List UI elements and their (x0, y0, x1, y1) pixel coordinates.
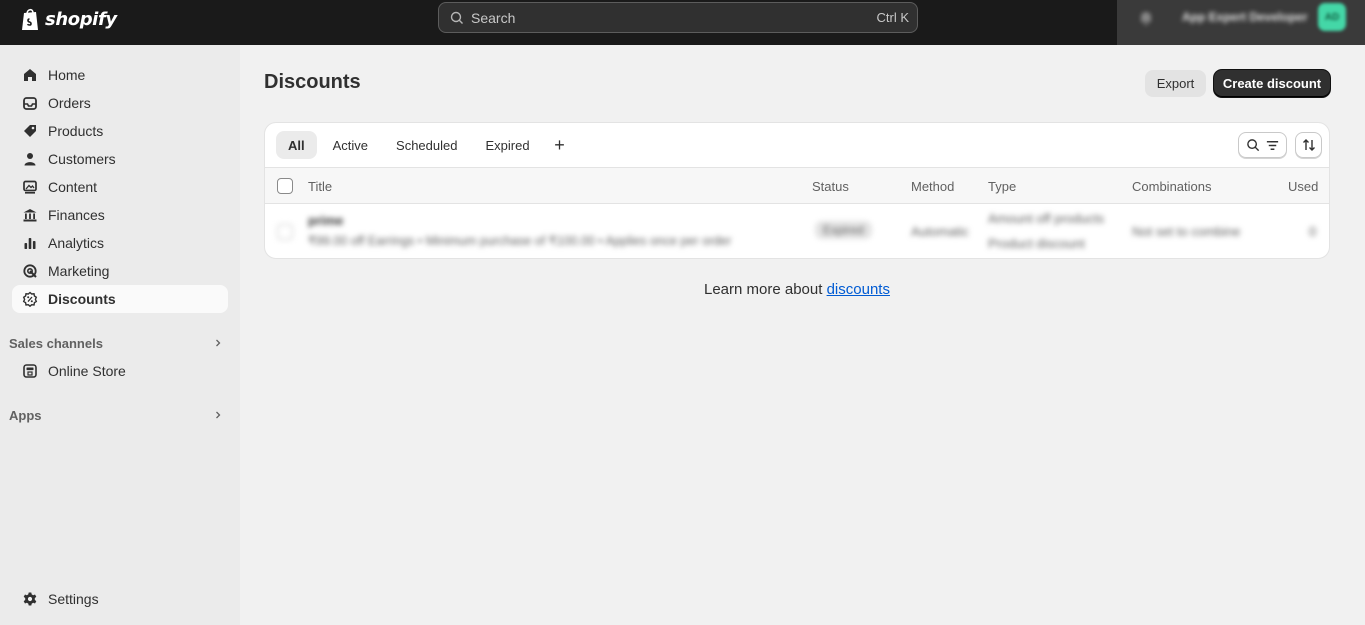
sidebar-item-label: Customers (48, 151, 116, 167)
sidebar-item-discounts[interactable]: Discounts (12, 285, 228, 313)
sort-icon (1302, 139, 1315, 151)
filter-icon (1266, 140, 1278, 150)
table-row[interactable]: prime ₹99.00 off Earrings • Minimum purc… (265, 204, 1329, 258)
search-filter-button[interactable] (1238, 132, 1287, 158)
tab-active[interactable]: Active (321, 131, 380, 159)
sidebar-item-label: Analytics (48, 235, 105, 251)
sales-channels-header[interactable]: Sales channels (9, 333, 223, 353)
sidebar-item-online-store[interactable]: Online Store (12, 357, 228, 385)
home-icon (24, 69, 36, 81)
discount-method: Automatic (911, 224, 969, 239)
column-header-used[interactable]: Used (1288, 179, 1318, 194)
search-placeholder: Search (471, 9, 516, 26)
create-discount-button[interactable]: Create discount (1214, 70, 1330, 97)
person-icon (24, 153, 36, 166)
sidebar-item-label: Online Store (48, 363, 126, 379)
discount-type: Amount off products (988, 211, 1105, 226)
sidebar-item-label: Discounts (48, 291, 116, 307)
gear-icon (23, 592, 37, 606)
sidebar-item-label: Orders (48, 95, 91, 111)
sidebar-item-analytics[interactable]: Analytics (12, 229, 228, 257)
search-bar[interactable]: Search Ctrl K (438, 2, 918, 33)
sidebar-item-customers[interactable]: Customers (12, 145, 228, 173)
sidebar-item-label: Marketing (48, 263, 110, 279)
tab-all[interactable]: All (276, 131, 317, 159)
sidebar-item-products[interactable]: Products (12, 117, 228, 145)
discounts-card: All Active Scheduled Expired + Title Sta… (264, 122, 1330, 259)
select-all-checkbox[interactable] (277, 178, 293, 194)
sidebar-item-orders[interactable]: Orders (12, 89, 228, 117)
column-header-type[interactable]: Type (988, 179, 1016, 194)
filter-tabs: All Active Scheduled Expired + (276, 131, 574, 159)
account-area: App Expert Developer AD (1117, 0, 1365, 45)
sidebar-item-marketing[interactable]: Marketing (12, 257, 228, 285)
sort-button[interactable] (1295, 132, 1322, 158)
column-header-method[interactable]: Method (911, 179, 954, 194)
settings-label: Settings (48, 591, 99, 607)
learn-more-prefix: Learn more about (704, 281, 827, 298)
bell-icon[interactable] (1137, 9, 1155, 27)
search-icon (450, 11, 463, 24)
column-header-combinations[interactable]: Combinations (1132, 179, 1212, 194)
shopify-bag-icon (22, 8, 38, 30)
sales-channels-label: Sales channels (9, 335, 103, 351)
discount-class: Product discount (988, 236, 1085, 251)
tag-icon (24, 125, 36, 137)
shopify-logo[interactable]: shopify (20, 6, 117, 32)
sidebar-item-label: Home (48, 67, 86, 83)
store-name[interactable]: App Expert Developer (1182, 10, 1307, 24)
row-checkbox[interactable] (277, 224, 293, 240)
page-title: Discounts (264, 71, 361, 93)
sidebar-item-label: Products (48, 123, 104, 139)
tab-scheduled[interactable]: Scheduled (384, 131, 469, 159)
shopify-wordmark: shopify (45, 8, 117, 30)
sidebar-item-label: Content (48, 179, 98, 195)
discount-combinations: Not set to combine (1132, 224, 1241, 239)
discount-used: 0 (1309, 224, 1317, 239)
export-button[interactable]: Export (1145, 70, 1206, 97)
avatar[interactable]: AD (1318, 3, 1346, 31)
discount-title[interactable]: prime (308, 213, 343, 228)
discount-summary: ₹99.00 off Earrings • Minimum purchase o… (308, 234, 732, 248)
tab-expired[interactable]: Expired (473, 131, 541, 159)
bar-chart-icon (24, 238, 36, 249)
table-header: Title Status Method Type Combinations Us… (265, 167, 1329, 204)
status-badge: Expired (815, 221, 872, 239)
sidebar-item-settings[interactable]: Settings (22, 591, 99, 607)
content-icon (23, 180, 37, 194)
bank-icon (23, 209, 37, 222)
sidebar: Home Orders Products Customers Content F… (0, 45, 240, 625)
apps-label: Apps (9, 407, 42, 423)
search-shortcut: Ctrl K (876, 10, 910, 25)
chevron-right-icon (216, 411, 221, 419)
discounts-help-link[interactable]: discounts (827, 281, 890, 298)
sidebar-item-content[interactable]: Content (12, 173, 228, 201)
sidebar-item-label: Finances (48, 207, 105, 223)
orders-icon (23, 97, 37, 110)
top-bar: shopify Search Ctrl K App Expert Develop… (0, 0, 1365, 45)
sidebar-item-home[interactable]: Home (12, 61, 228, 89)
discount-icon (22, 291, 38, 307)
sidebar-item-finances[interactable]: Finances (12, 201, 228, 229)
apps-header[interactable]: Apps (9, 405, 223, 425)
add-view-button[interactable]: + (546, 131, 574, 159)
learn-more-text: Learn more about discounts (704, 281, 890, 298)
chevron-right-icon (216, 339, 221, 347)
column-header-status[interactable]: Status (812, 179, 849, 194)
column-header-title[interactable]: Title (308, 179, 332, 194)
search-icon (1246, 138, 1259, 151)
target-icon (23, 264, 37, 278)
store-icon (23, 364, 37, 378)
